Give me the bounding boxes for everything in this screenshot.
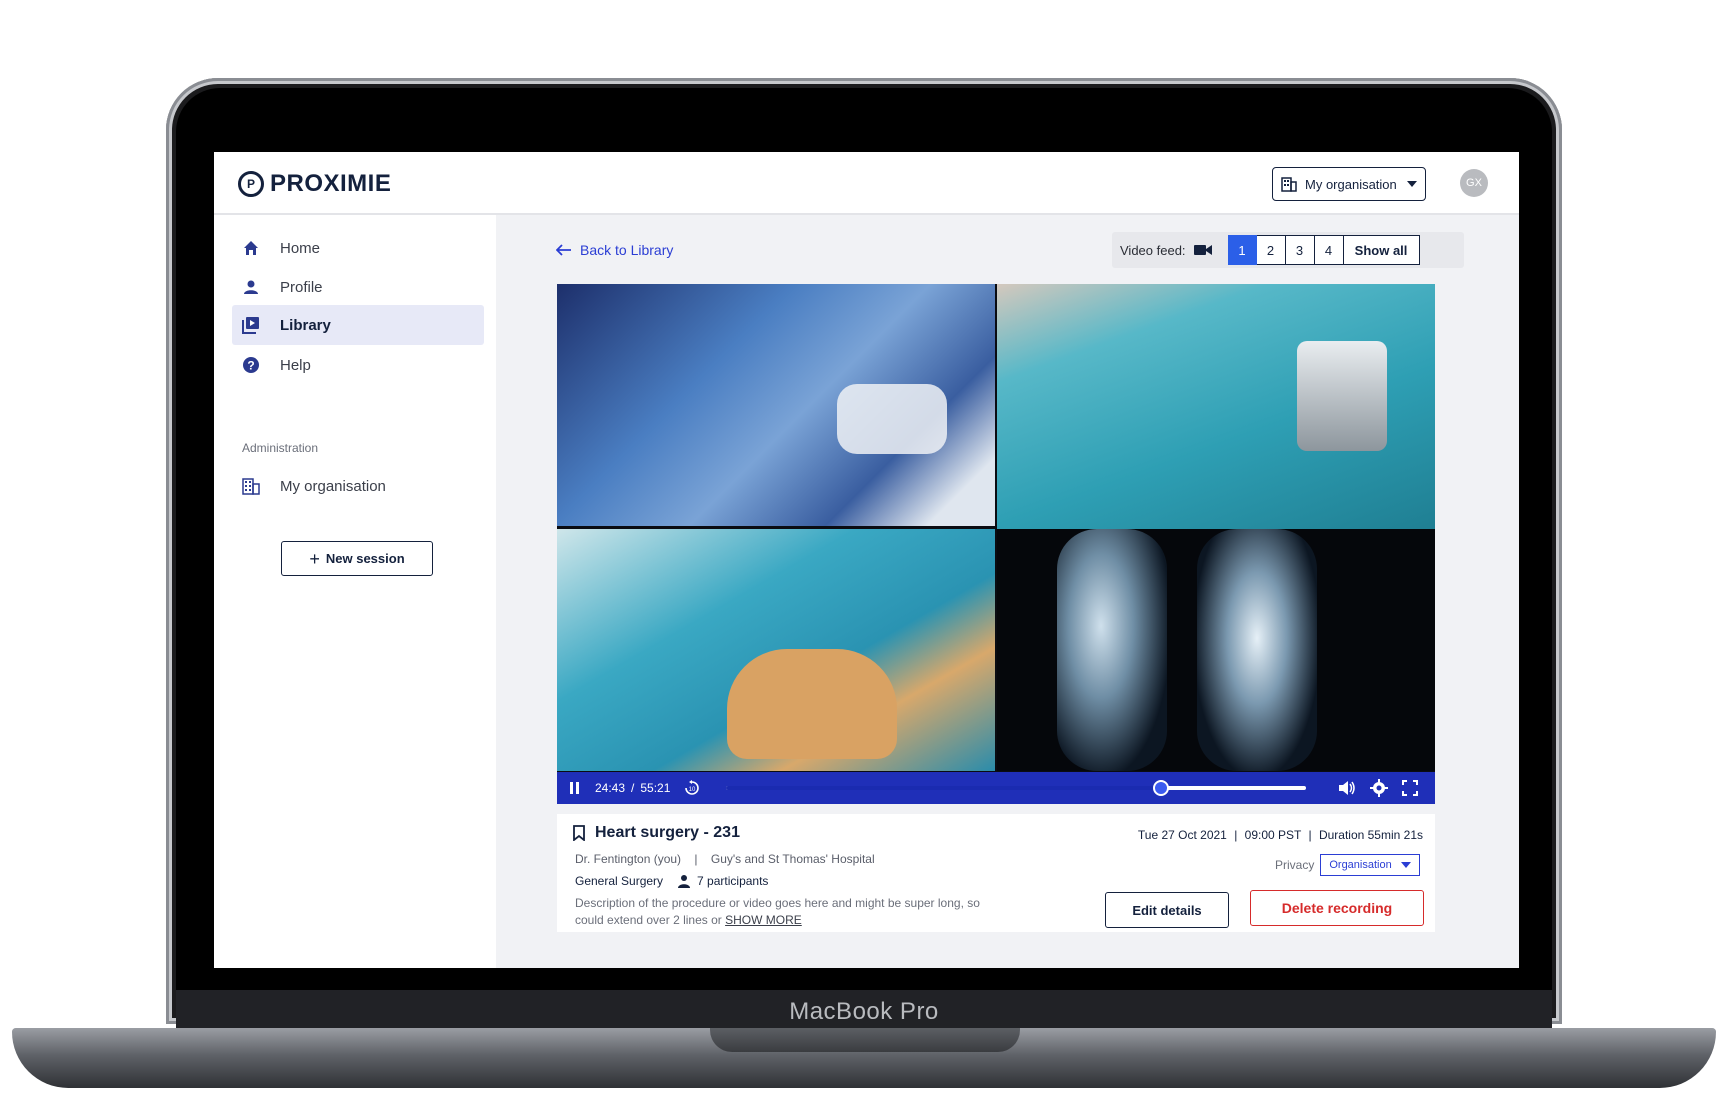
plus-icon: + [309,548,320,569]
video-feed-1-operating-room[interactable] [557,284,995,526]
sidebar-item-help[interactable]: ? Help [232,344,484,386]
video-feed-tabs: 1 2 3 4 Show all [1227,235,1420,265]
video-feed-tab-2[interactable]: 2 [1256,235,1286,265]
sidebar-item-label: Profile [280,278,323,296]
new-session-label: New session [325,551,405,566]
video-feed-tab-1[interactable]: 1 [1227,235,1257,265]
volume-icon[interactable] [1338,780,1356,796]
recording-title: Heart surgery - 231 [595,824,740,841]
svg-text:10: 10 [689,787,696,793]
participants-count[interactable]: 7 participants [677,874,768,888]
sidebar-item-label: Library [280,316,331,334]
bookmark-icon[interactable] [573,825,585,841]
player-controls: 24:43 / 55:21 10 [557,772,1435,804]
admin-section-label: Administration [242,441,319,455]
back-to-library-link[interactable]: Back to Library [556,242,673,258]
caret-down-icon [1407,181,1417,187]
sidebar-item-label: My organisation [280,477,386,495]
recording-specialty-row: General Surgery 7 participants [575,874,768,888]
device-label: MacBook Pro [789,998,939,1025]
back-to-library-label: Back to Library [580,242,674,258]
app-screen: P PROXIMIE My organisation GX Home Profi… [214,152,1519,968]
video-library-icon [242,316,260,334]
organisation-select-label: My organisation [1305,176,1397,192]
video-feed-show-all[interactable]: Show all [1343,235,1420,265]
recording-date-info: Tue 27 Oct 2021 | 09:00 PST | Duration 5… [1137,828,1423,842]
new-session-button[interactable]: + New session [281,541,433,576]
video-feed-label: Video feed: [1120,242,1186,258]
recording-time: 09:00 PST [1244,828,1302,842]
surgeon-name: Dr. Fentington (you) [575,852,682,866]
privacy-label: Privacy [1275,858,1315,872]
sidebar: Home Profile Library ? Help Administrati… [214,215,496,968]
recording-meta: Dr. Fentington (you) | Guy's and St Thom… [575,852,875,866]
organisation-select[interactable]: My organisation [1272,167,1426,201]
sidebar-item-home[interactable]: Home [232,227,484,269]
building-icon [1281,177,1297,192]
help-icon: ? [242,356,260,374]
logo-mark-icon: P [238,171,264,197]
time-display: 24:43 / 55:21 [595,781,670,795]
fullscreen-icon[interactable] [1402,780,1419,796]
sidebar-item-label: Help [280,356,311,374]
privacy-select[interactable]: Organisation [1320,854,1421,876]
sidebar-item-label: Home [280,239,321,257]
participants-label: 7 participants [697,874,769,888]
seek-bar-fill [726,786,1162,790]
seek-bar[interactable] [726,780,1307,796]
top-bar: P PROXIMIE My organisation GX [214,152,1519,215]
home-icon [242,239,260,257]
edit-details-button[interactable]: Edit details [1105,892,1229,928]
video-player[interactable] [557,284,1435,784]
video-feed-2-instrument-tray[interactable] [997,284,1435,529]
avatar[interactable]: GX [1460,169,1488,197]
time-separator: / [631,781,635,795]
person-icon [678,875,691,888]
sidebar-item-profile[interactable]: Profile [232,266,484,308]
recording-title-row: Heart surgery - 231 [573,824,740,842]
brand-name: PROXIMIE [270,170,392,197]
app-logo[interactable]: P PROXIMIE [238,170,391,198]
delete-recording-button[interactable]: Delete recording [1250,890,1424,926]
video-feed-selector: Video feed: 1 2 3 4 Show all [1112,232,1464,268]
recording-duration: Duration 55min 21s [1318,828,1423,842]
replay-10-icon[interactable]: 10 [684,780,700,796]
privacy-value: Organisation [1329,859,1392,871]
sidebar-item-my-organisation[interactable]: My organisation [232,465,484,507]
settings-gear-icon[interactable] [1370,779,1389,797]
video-feed-4-knee-xray[interactable] [997,529,1435,771]
laptop-notch [710,1028,1020,1052]
caret-down-icon [1401,862,1412,868]
recording-description: Description of the procedure or video go… [575,895,1005,929]
show-more-link[interactable]: SHOW MORE [725,913,802,927]
video-feed-3-procedure-closeup[interactable] [557,529,995,771]
sidebar-item-library[interactable]: Library [232,305,484,345]
hospital-name: Guy's and St Thomas' Hospital [710,852,875,866]
recording-date: Tue 27 Oct 2021 [1137,828,1227,842]
specialty: General Surgery [575,874,664,888]
seek-bar-handle[interactable] [1153,780,1170,796]
privacy-control: Privacy Organisation [1275,854,1421,876]
building-icon [242,477,260,495]
recording-details-card: Heart surgery - 231 Dr. Fentington (you)… [557,814,1435,932]
svg-text:?: ? [247,359,254,373]
current-time: 24:43 [595,781,626,795]
video-feed-tab-3[interactable]: 3 [1285,235,1315,265]
video-camera-icon [1193,245,1212,255]
pause-icon[interactable] [569,781,581,795]
arrow-left-icon [556,244,571,256]
meta-separator: | [694,852,698,866]
person-icon [242,278,260,296]
video-feed-tab-4[interactable]: 4 [1314,235,1344,265]
total-time: 55:21 [640,781,671,795]
